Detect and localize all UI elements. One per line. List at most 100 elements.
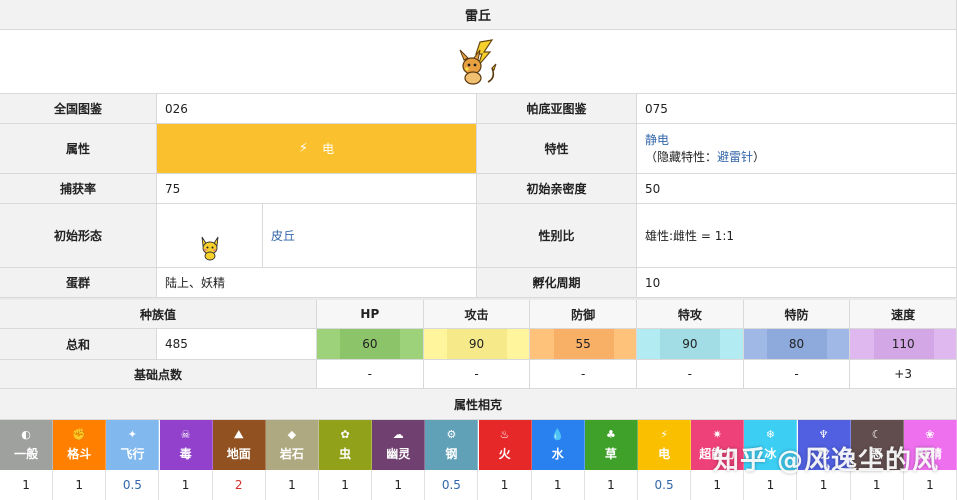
type-multiplier-9: 1 (478, 470, 532, 500)
paldea-dex-value: 075 (637, 94, 957, 124)
initial-form-label: 初始形态 (0, 204, 157, 268)
type-icon: ◐ (21, 428, 31, 441)
type-name: 地面 (226, 447, 251, 461)
type-icon: ⚡ (660, 428, 668, 441)
type-chip-5[interactable]: ◆ 岩石 (265, 420, 319, 470)
type-chip-11[interactable]: ♣ 草 (584, 420, 638, 470)
egg-group-value: 陆上、妖精 (157, 268, 477, 298)
type-name: 水 (551, 447, 564, 461)
hatch-cycle-value: 10 (637, 268, 957, 298)
type-icon: ✿ (340, 428, 350, 441)
initial-form-link-cell: 皮丘 (263, 204, 477, 268)
type-chip-8[interactable]: ⚙ 钢 (425, 420, 479, 470)
type-icon: ♣ (605, 428, 616, 441)
stat-ev-3: - (637, 360, 744, 389)
hidden-ability: （隐藏特性：避雷针） (645, 149, 766, 164)
sprite-row (0, 30, 957, 94)
electric-icon: ⚡ (298, 141, 309, 156)
type-icon: ♨ (499, 428, 510, 441)
type-chip-9[interactable]: ♨ 火 (478, 420, 532, 470)
type-chip-2[interactable]: ✦ 飞行 (106, 420, 160, 470)
stat-header-1: 攻击 (423, 300, 531, 329)
stat-header-2: 防御 (530, 300, 637, 329)
type-chip-1[interactable]: ✊ 格斗 (53, 420, 107, 470)
initial-form-link[interactable]: 皮丘 (271, 227, 295, 244)
type-name: 毒 (179, 447, 192, 461)
type-chip-3[interactable]: ☠ 毒 (159, 420, 213, 470)
type-icon: ◆ (287, 428, 297, 441)
total-value: 485 (157, 329, 317, 360)
ability-label: 特性 (477, 124, 637, 174)
stat-number: 110 (891, 337, 915, 351)
type-multiplier-2: 0.5 (106, 470, 160, 500)
type-name: 钢 (445, 447, 458, 461)
type-chip-12[interactable]: ⚡ 电 (638, 420, 692, 470)
stat-header-0: HP (317, 300, 424, 329)
stat-ev-0: - (317, 360, 424, 389)
type-multiplier-10: 1 (531, 470, 585, 500)
type-name: 岩石 (279, 447, 304, 461)
type-icon: ⛰ (234, 428, 244, 441)
stat-ev-1: - (423, 360, 531, 389)
stat-value-1: 90 (423, 329, 531, 360)
type-multiplier-3: 1 (159, 470, 213, 500)
base-friendship-value: 50 (637, 174, 957, 204)
base-friendship-label: 初始亲密度 (477, 174, 637, 204)
type-icon: ☁ (392, 428, 404, 441)
type-name: 一般 (14, 447, 39, 461)
paldea-dex-label: 帕底亚图鉴 (477, 94, 637, 124)
type-multiplier-1: 1 (53, 470, 107, 500)
stat-number: 90 (468, 337, 485, 351)
national-dex-value: 026 (157, 94, 477, 124)
stat-value-3: 90 (637, 329, 744, 360)
type-multiplier-6: 1 (319, 470, 373, 500)
stat-number: 80 (788, 337, 805, 351)
type-multiplier-4: 2 (212, 470, 266, 500)
watermark: 知乎 @风逸尘的风 (712, 446, 939, 476)
ability-cell: 静电 （隐藏特性：避雷针） (637, 124, 957, 174)
type-name: 飞行 (120, 447, 145, 461)
pichu-sprite-icon (201, 236, 218, 260)
type-multiplier-11: 1 (584, 470, 638, 500)
national-dex-label: 全国图鉴 (0, 94, 157, 124)
egg-group-label: 蛋群 (0, 268, 157, 298)
pichu-sprite-cell (157, 204, 263, 268)
type-multiplier-8: 0.5 (425, 470, 479, 500)
type-name: 幽灵 (386, 447, 411, 461)
type-chip-10[interactable]: 💧 水 (531, 420, 585, 470)
base-stats-label: 种族值 (0, 300, 317, 329)
type-chip-7[interactable]: ☁ 幽灵 (372, 420, 426, 470)
total-label: 总和 (0, 329, 157, 360)
type-chip-6[interactable]: ✿ 虫 (319, 420, 373, 470)
type-chip-0[interactable]: ◐ 一般 (0, 420, 54, 470)
type-badge[interactable]: ⚡ 电 (157, 124, 477, 174)
type-label: 属性 (0, 124, 157, 174)
stat-header-5: 速度 (850, 300, 957, 329)
type-multiplier-12: 0.5 (638, 470, 692, 500)
page-title: 雷丘 (0, 0, 957, 30)
stat-ev-2: - (530, 360, 637, 389)
stat-number: 60 (362, 337, 378, 351)
stat-header-4: 特防 (743, 300, 851, 329)
stat-value-4: 80 (743, 329, 851, 360)
stat-value-0: 60 (317, 329, 424, 360)
type-name: 电 (322, 142, 335, 156)
stat-number: 55 (575, 337, 591, 351)
catch-rate-label: 捕获率 (0, 174, 157, 204)
ev-label: 基础点数 (0, 360, 317, 389)
stat-ev-4: - (743, 360, 851, 389)
type-matchup-title: 属性相克 (0, 389, 957, 420)
catch-rate-value: 75 (157, 174, 477, 204)
type-icon: 💧 (550, 428, 565, 441)
type-icon: ☠ (180, 428, 191, 441)
type-icon: ✦ (127, 428, 138, 441)
gender-ratio-value: 雄性:雌性 = 1:1 (637, 204, 957, 268)
hatch-cycle-label: 孵化周期 (477, 268, 637, 298)
hidden-ability-link[interactable]: 避雷针 (717, 150, 753, 164)
stat-ev-5: +3 (850, 360, 957, 389)
stat-header-3: 特攻 (637, 300, 744, 329)
type-chip-4[interactable]: ⛰ 地面 (212, 420, 266, 470)
ability-link[interactable]: 静电 (645, 132, 669, 149)
type-icon: ✊ (72, 428, 87, 441)
stat-number: 90 (682, 337, 698, 351)
